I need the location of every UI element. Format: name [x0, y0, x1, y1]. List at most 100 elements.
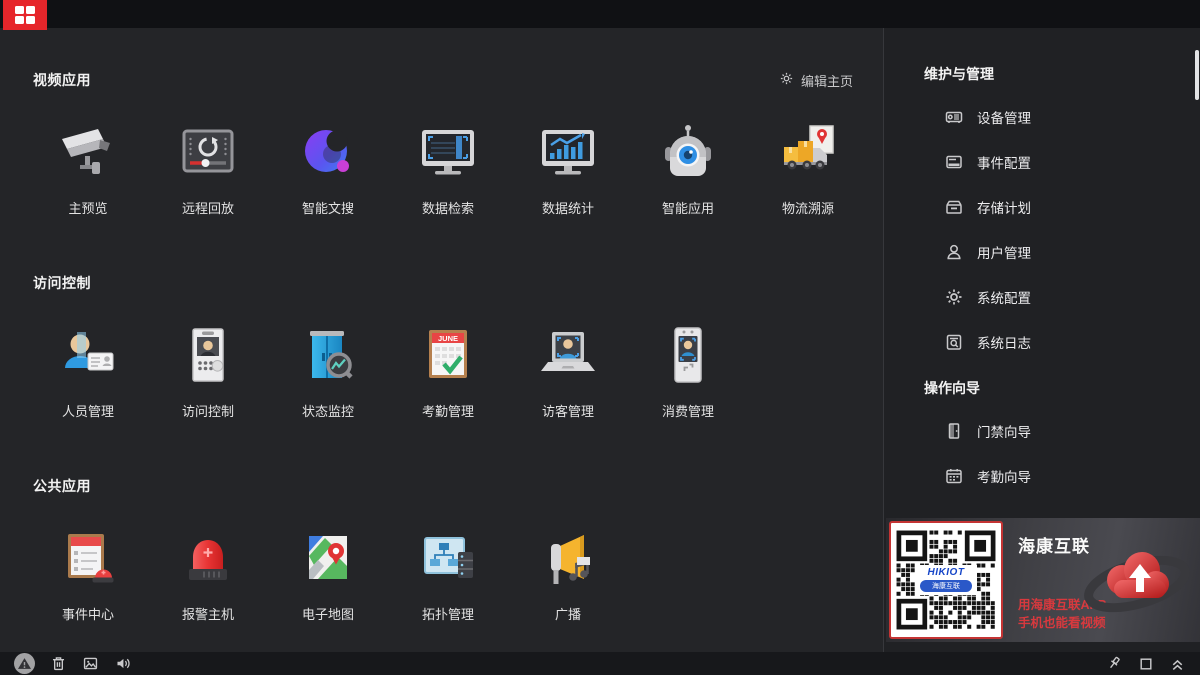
device-management-icon: [944, 107, 964, 127]
app-label: 数据检索: [422, 198, 474, 217]
app-attendance-management[interactable]: JUNE 考勤管理: [388, 323, 508, 420]
gear-icon: [944, 287, 964, 307]
speaker-icon[interactable]: [114, 655, 132, 672]
door-icon: [944, 421, 964, 441]
app-topology-management[interactable]: 拓扑管理: [388, 526, 508, 623]
sidebar-item-label: 事件配置: [977, 152, 1031, 172]
app-remote-playback[interactable]: 远程回放: [148, 120, 268, 217]
app-label: 远程回放: [182, 198, 234, 217]
app-data-retrieval[interactable]: 数据检索: [388, 120, 508, 217]
app-grid-icon: [14, 5, 36, 25]
app-label: 事件中心: [62, 604, 114, 623]
app-label: 消费管理: [662, 401, 714, 420]
section-title: 视频应用: [28, 70, 91, 90]
section-access-control: 访问控制 人员管理: [28, 273, 883, 420]
app-label: 智能应用: [662, 198, 714, 217]
app-label: 主预览: [68, 198, 107, 217]
app-label: 访问控制: [182, 401, 234, 420]
app-main-preview[interactable]: 主预览: [28, 120, 148, 217]
sidebar-item-storage-schedule[interactable]: 存储计划: [924, 184, 1200, 229]
app-event-center[interactable]: 事件中心: [28, 526, 148, 623]
sidebar-item-label: 系统日志: [977, 332, 1031, 352]
home-app-panel: 视频应用 编辑主页: [0, 28, 884, 652]
section-public-applications: 公共应用: [28, 476, 883, 623]
hik-connect-banner[interactable]: HIKIOT 海康互联 海康互联 用海康互联APP 手机也能看视频: [886, 518, 1200, 642]
visitor-management-icon: [536, 323, 600, 387]
gear-icon: [779, 71, 794, 89]
qr-center-label: HIKIOT 海康互联: [915, 565, 977, 595]
app-label: 访客管理: [542, 401, 594, 420]
hikiot-logo: HIKIOT: [915, 567, 977, 578]
calendar-icon: [944, 466, 964, 486]
consumption-management-icon: [656, 323, 720, 387]
remote-playback-icon: [176, 120, 240, 184]
app-label: 状态监控: [302, 401, 354, 420]
app-label: 拓扑管理: [422, 604, 474, 623]
qr-pill-label: 海康互联: [920, 580, 972, 592]
collapse-icon[interactable]: [1169, 655, 1186, 672]
app-menu-button[interactable]: [3, 0, 47, 30]
app-smart-application[interactable]: 智能应用: [628, 120, 748, 217]
image-icon[interactable]: [82, 655, 99, 672]
sidebar-item-device-management[interactable]: 设备管理: [924, 94, 1200, 139]
window-icon[interactable]: [1138, 656, 1154, 672]
app-broadcast[interactable]: 广播: [508, 526, 628, 623]
edit-home-label: 编辑主页: [801, 71, 853, 90]
sidebar-item-access-control-wizard[interactable]: 门禁向导: [924, 408, 1200, 453]
topology-management-icon: [416, 526, 480, 590]
sidebar-scrollbar[interactable]: [1195, 50, 1199, 100]
app-logistics-tracing[interactable]: 物流溯源: [748, 120, 868, 217]
sidebar-item-user-management[interactable]: 用户管理: [924, 229, 1200, 274]
app-label: 智能文搜: [302, 198, 354, 217]
app-label: 广播: [555, 604, 581, 623]
app-alarm-host[interactable]: 报警主机: [148, 526, 268, 623]
app-status-monitoring[interactable]: 状态监控: [268, 323, 388, 420]
sidebar-item-label: 存储计划: [977, 197, 1031, 217]
event-center-icon: [56, 526, 120, 590]
sidebar-item-system-log[interactable]: 系统日志: [924, 319, 1200, 364]
edit-home-button[interactable]: 编辑主页: [779, 71, 853, 90]
group-title: 维护与管理: [924, 64, 1200, 84]
app-data-statistics[interactable]: 数据统计: [508, 120, 628, 217]
data-retrieval-icon: [416, 120, 480, 184]
smart-search-icon: [296, 120, 360, 184]
app-label: 电子地图: [302, 604, 354, 623]
pin-icon[interactable]: [1106, 655, 1123, 672]
section-title: 公共应用: [28, 476, 91, 496]
sidebar-item-attendance-wizard[interactable]: 考勤向导: [924, 453, 1200, 498]
broadcast-icon: [536, 526, 600, 590]
group-operation-wizard: 操作向导 门禁向导: [924, 378, 1200, 498]
upload-cloud-graphic: [1082, 526, 1192, 634]
sidebar-item-event-configuration[interactable]: 事件配置: [924, 139, 1200, 184]
app-e-map[interactable]: 电子地图: [268, 526, 388, 623]
banner-title: 海康互联: [1018, 532, 1090, 557]
logistics-tracing-icon: [776, 120, 840, 184]
alarm-host-icon: [176, 526, 240, 590]
e-map-icon: [296, 526, 360, 590]
alarm-icon[interactable]: [14, 653, 35, 674]
app-visitor-management[interactable]: 访客管理: [508, 323, 628, 420]
qr-code: HIKIOT 海康互联: [889, 521, 1003, 639]
data-statistics-icon: [536, 120, 600, 184]
trash-icon[interactable]: [50, 655, 67, 672]
storage-schedule-icon: [944, 197, 964, 217]
smart-application-icon: [656, 120, 720, 184]
event-configuration-icon: [944, 152, 964, 172]
access-control-icon: [176, 323, 240, 387]
log-search-icon: [944, 332, 964, 352]
maintenance-sidebar: 维护与管理 设备管理 事件配置: [884, 28, 1200, 652]
section-title: 访问控制: [28, 273, 91, 293]
sidebar-item-system-configuration[interactable]: 系统配置: [924, 274, 1200, 319]
app-access-control[interactable]: 访问控制: [148, 323, 268, 420]
main-preview-icon: [56, 120, 120, 184]
attendance-management-icon: JUNE: [416, 323, 480, 387]
app-label: 物流溯源: [782, 198, 834, 217]
app-label: 数据统计: [542, 198, 594, 217]
app-smart-search[interactable]: 智能文搜: [268, 120, 388, 217]
group-maintenance: 维护与管理 设备管理 事件配置: [924, 64, 1200, 364]
app-person-management[interactable]: 人员管理: [28, 323, 148, 420]
status-bar: [0, 652, 1200, 675]
sidebar-item-label: 用户管理: [977, 242, 1031, 262]
app-consumption-management[interactable]: 消费管理: [628, 323, 748, 420]
status-monitoring-icon: [296, 323, 360, 387]
